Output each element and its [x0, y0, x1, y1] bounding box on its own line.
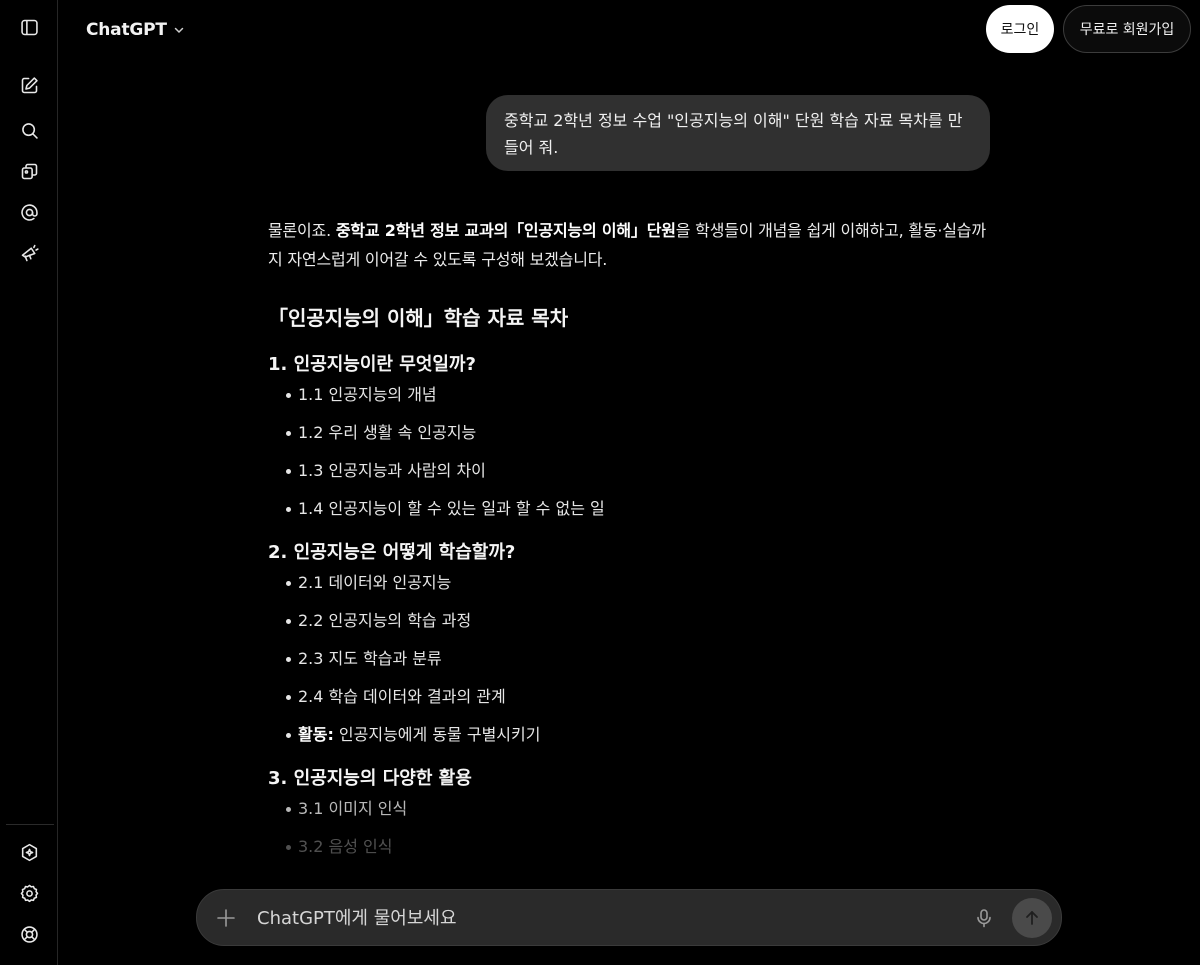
new-chat-button[interactable] [9, 67, 49, 107]
sidebar-toggle-button[interactable] [9, 9, 49, 49]
activity-text: 인공지능에게 동물 구별시키기 [333, 725, 541, 744]
plus-icon [217, 909, 235, 927]
help-icon [19, 924, 40, 949]
section-list: 2.1 데이터와 인공지능 2.2 인공지능의 학습 과정 2.3 지도 학습과… [268, 572, 998, 746]
model-switcher[interactable]: ChatGPT [86, 17, 185, 43]
signup-button[interactable]: 무료로 회원가입 [1063, 5, 1191, 53]
prompt-input[interactable] [257, 900, 957, 936]
section-title: 1. 인공지능이란 무엇일까? [268, 354, 476, 375]
new-chat-icon [19, 75, 40, 100]
assistant-intro: 물론이죠. 중학교 2학년 정보 교과의「인공지능의 이해」단원을 학생들이 개… [268, 216, 998, 274]
sidebar-divider [6, 824, 54, 825]
assistant-message: 물론이죠. 중학교 2학년 정보 교과의「인공지능의 이해」단원을 학생들이 개… [268, 216, 998, 858]
intro-bold-text: 중학교 2학년 정보 교과의「인공지능의 이해」단원 [335, 221, 676, 240]
list-item: 1.1 인공지능의 개념 [268, 384, 998, 406]
list-item: 1.4 인공지능이 할 수 있는 일과 할 수 없는 일 [268, 498, 998, 520]
list-item: 1.2 우리 생활 속 인공지능 [268, 422, 998, 444]
search-icon [19, 120, 40, 145]
list-item: 2.1 데이터와 인공지능 [268, 572, 998, 594]
arrow-up-icon [1026, 911, 1038, 925]
section-list: 3.1 이미지 인식 3.2 음성 인식 [268, 798, 998, 858]
settings-button[interactable] [9, 875, 49, 915]
list-item: 2.2 인공지능의 학습 과정 [268, 610, 998, 632]
chevron-down-icon [173, 21, 185, 40]
section-title: 2. 인공지능은 어떻게 학습할까? [268, 542, 516, 563]
list-item: 2.4 학습 데이터와 결과의 관계 [268, 686, 998, 708]
gear-icon [19, 883, 40, 908]
upgrade-button[interactable] [9, 834, 49, 874]
list-item: 3.1 이미지 인식 [268, 798, 998, 820]
doc-title: 「인공지능의 이해」학습 자료 목차 [268, 306, 569, 330]
activity-label: 활동: [298, 725, 334, 744]
activity-item: 활동: 인공지능에게 동물 구별시키기 [268, 724, 998, 746]
intro-text: 물론이죠. [268, 221, 336, 240]
model-name: ChatGPT [86, 20, 167, 40]
sidebar-rail [0, 0, 58, 965]
list-item: 2.3 지도 학습과 분류 [268, 648, 998, 670]
mentions-button[interactable] [9, 194, 49, 234]
voice-input-button[interactable] [973, 907, 995, 929]
help-button[interactable] [9, 916, 49, 956]
library-button[interactable] [9, 153, 49, 193]
library-icon [19, 161, 40, 186]
explore-button[interactable] [9, 235, 49, 275]
microphone-icon [977, 909, 991, 928]
composer [196, 889, 1062, 946]
search-chats-button[interactable] [9, 112, 49, 152]
upgrade-icon [19, 842, 40, 867]
attach-button[interactable] [215, 907, 237, 929]
at-sign-icon [19, 202, 40, 227]
user-message: 중학교 2학년 정보 수업 "인공지능의 이해" 단원 학습 자료 목차를 만들… [486, 95, 990, 171]
section-list: 1.1 인공지능의 개념 1.2 우리 생활 속 인공지능 1.3 인공지능과 … [268, 384, 998, 520]
login-button[interactable]: 로그인 [986, 5, 1054, 53]
list-item: 1.3 인공지능과 사람의 차이 [268, 460, 998, 482]
explore-icon [19, 243, 40, 268]
send-button[interactable] [1012, 898, 1052, 938]
chatgpt-app: ChatGPT 로그인 무료로 회원가입 중학교 2학년 정보 수업 "인공지능… [0, 0, 1200, 965]
section-title: 3. 인공지능의 다양한 활용 [268, 768, 472, 789]
sidebar-toggle-icon [19, 17, 40, 42]
